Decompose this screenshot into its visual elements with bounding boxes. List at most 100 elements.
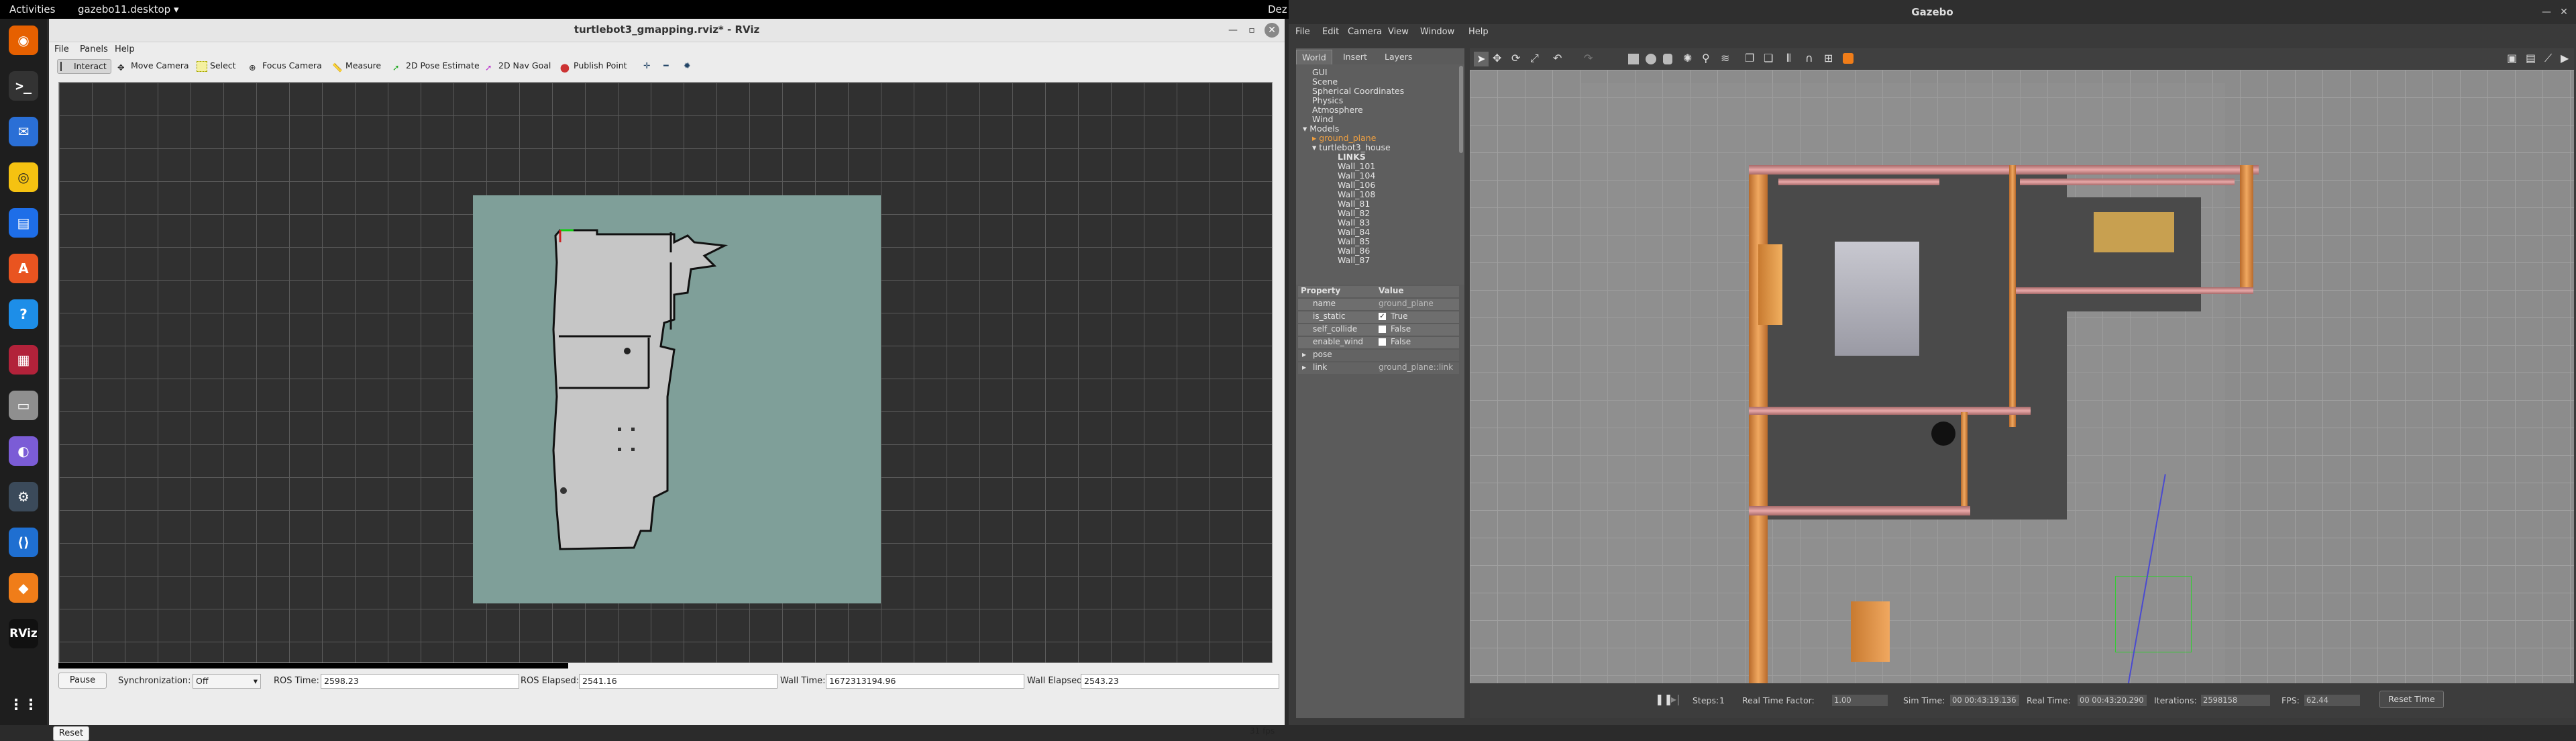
spot-light-icon[interactable]: ⚲ bbox=[1702, 52, 1710, 64]
tree-physics[interactable]: Physics bbox=[1312, 95, 1343, 105]
box-shape-icon[interactable] bbox=[1628, 54, 1639, 64]
monitor-icon[interactable]: ▦ bbox=[9, 345, 38, 375]
tree-wall[interactable]: Wall_106 bbox=[1338, 180, 1375, 190]
property-row-link[interactable]: ▸ link ground_plane::link bbox=[1298, 362, 1459, 374]
menu-window[interactable]: Window bbox=[1420, 27, 1454, 37]
menu-panels[interactable]: Panels bbox=[80, 44, 108, 54]
cylinder-shape-icon[interactable] bbox=[1663, 54, 1672, 64]
tree-atmosphere[interactable]: Atmosphere bbox=[1312, 105, 1363, 115]
files-icon[interactable]: ▭ bbox=[9, 391, 38, 420]
pause-button[interactable]: Pause bbox=[58, 673, 107, 689]
tree-scrollbar[interactable] bbox=[1459, 66, 1463, 153]
software-icon[interactable]: A bbox=[9, 254, 38, 283]
tree-wall[interactable]: Wall_83 bbox=[1338, 217, 1370, 228]
menu-file[interactable]: File bbox=[1295, 27, 1310, 37]
sync-select[interactable]: Off ▾ bbox=[193, 674, 261, 689]
writer-icon[interactable]: ▤ bbox=[9, 208, 38, 238]
tree-wall[interactable]: Wall_104 bbox=[1338, 170, 1375, 181]
tab-insert[interactable]: Insert bbox=[1338, 50, 1373, 64]
tab-world[interactable]: World bbox=[1296, 50, 1332, 65]
reset-time-button[interactable]: Reset Time bbox=[2379, 691, 2444, 708]
gazebo-icon[interactable]: ◆ bbox=[9, 573, 38, 603]
tree-wall[interactable]: Wall_86 bbox=[1338, 246, 1370, 256]
tree-wall[interactable]: Wall_108 bbox=[1338, 189, 1375, 199]
log-icon[interactable]: ▤ bbox=[2526, 52, 2536, 64]
redo-icon[interactable]: ↷ bbox=[1584, 52, 1593, 64]
close-icon[interactable]: ✕ bbox=[2557, 5, 2571, 19]
tree-scene[interactable]: Scene bbox=[1312, 77, 1338, 87]
translate-icon[interactable]: ✥ bbox=[1493, 52, 1501, 64]
tool-props-button[interactable]: ✹ bbox=[680, 59, 694, 72]
tree-wall[interactable]: Wall_87 bbox=[1338, 255, 1370, 265]
wall-elapsed-field[interactable]: 2543.23 bbox=[1081, 674, 1279, 689]
tree-wind[interactable]: Wind bbox=[1312, 114, 1333, 124]
cog-app-icon[interactable]: ⚙ bbox=[9, 482, 38, 511]
minimize-icon[interactable]: — bbox=[2539, 5, 2554, 19]
tool-2d-nav-goal[interactable]: ➚ 2D Nav Goal bbox=[482, 59, 555, 72]
copy-icon[interactable]: ❐ bbox=[1745, 52, 1754, 64]
rviz-3d-view[interactable] bbox=[58, 82, 1273, 663]
menu-camera[interactable]: Camera bbox=[1348, 27, 1382, 37]
tree-ground-plane[interactable]: ▸ ground_plane bbox=[1312, 133, 1376, 143]
undo-icon[interactable]: ↶ bbox=[1553, 52, 1562, 64]
scale-icon[interactable]: ⤢ bbox=[1530, 52, 1539, 65]
app-menu[interactable]: gazebo11.desktop ▾ bbox=[78, 3, 179, 15]
tree-turtlebot3-house[interactable]: ▾ turtlebot3_house bbox=[1312, 142, 1391, 152]
wall-time-field[interactable]: 1672313194.96 bbox=[826, 674, 1024, 689]
minimize-icon[interactable]: — bbox=[1226, 23, 1240, 38]
add-tool-button[interactable]: ✛ bbox=[639, 59, 654, 72]
tab-layers[interactable]: Layers bbox=[1379, 50, 1417, 64]
tree-wall[interactable]: Wall_82 bbox=[1338, 208, 1370, 218]
tree-wall[interactable]: Wall_85 bbox=[1338, 236, 1370, 246]
tool-measure[interactable]: 📏 Measure bbox=[329, 59, 385, 72]
tree-wall[interactable]: Wall_101 bbox=[1338, 161, 1375, 171]
is-static-checkbox[interactable]: ✓ bbox=[1379, 313, 1386, 320]
rhythmbox-icon[interactable]: ◎ bbox=[9, 162, 38, 192]
menu-edit[interactable]: Edit bbox=[1322, 27, 1339, 37]
reset-button[interactable]: Reset bbox=[53, 726, 89, 741]
enable-wind-checkbox[interactable] bbox=[1379, 338, 1386, 346]
ros-elapsed-field[interactable]: 2541.16 bbox=[579, 674, 777, 689]
tool-interact[interactable]: Interact bbox=[57, 59, 111, 74]
gazebo-3d-scene[interactable] bbox=[1470, 70, 2574, 683]
select-mode-icon[interactable]: ➤ bbox=[1474, 52, 1489, 66]
steps-value[interactable]: 1 bbox=[1719, 695, 1725, 705]
plot-icon[interactable]: ⟋ bbox=[2544, 52, 2552, 65]
vscode-icon[interactable]: ⟨⟩ bbox=[9, 528, 38, 557]
show-apps-icon[interactable]: ⋮⋮ bbox=[9, 690, 38, 720]
menu-view[interactable]: View bbox=[1388, 27, 1409, 37]
activities-button[interactable]: Activities bbox=[9, 3, 55, 15]
ros-time-field[interactable]: 2598.23 bbox=[321, 674, 519, 689]
menu-file[interactable]: File bbox=[54, 44, 69, 54]
rviz-icon[interactable]: RViz bbox=[9, 619, 38, 648]
eclipse-icon[interactable]: ◐ bbox=[9, 436, 38, 466]
maximize-icon[interactable]: ▫ bbox=[1244, 23, 1259, 38]
step-icon[interactable]: ▸| bbox=[1671, 693, 1680, 705]
tool-publish-point[interactable]: ⬤ Publish Point bbox=[557, 59, 631, 72]
property-row-pose[interactable]: ▸ pose bbox=[1298, 350, 1459, 361]
screenshot-icon[interactable]: ▣ bbox=[2507, 52, 2517, 64]
change-view-icon[interactable]: ⊞ bbox=[1824, 52, 1833, 64]
tree-wall[interactable]: Wall_84 bbox=[1338, 227, 1370, 237]
close-icon[interactable]: ✕ bbox=[1265, 23, 1279, 38]
point-light-icon[interactable]: ✺ bbox=[1683, 52, 1692, 64]
help-icon[interactable]: ? bbox=[9, 299, 38, 329]
menu-help[interactable]: Help bbox=[115, 44, 135, 54]
tool-focus-camera[interactable]: ⊕ Focus Camera bbox=[246, 59, 326, 72]
remove-tool-button[interactable]: ━ bbox=[659, 59, 673, 72]
tree-wall[interactable]: Wall_81 bbox=[1338, 199, 1370, 209]
paste-icon[interactable]: ❏ bbox=[1764, 52, 1773, 64]
firefox-icon[interactable]: ◉ bbox=[9, 26, 38, 55]
terminal-icon[interactable]: >_ bbox=[9, 71, 38, 101]
pause-icon[interactable]: ❚❚ bbox=[1655, 693, 1673, 705]
self-collide-checkbox[interactable] bbox=[1379, 326, 1386, 333]
tree-models[interactable]: ▾ Models bbox=[1303, 124, 1339, 134]
video-icon[interactable]: ▶ bbox=[2561, 52, 2569, 64]
tree-spherical[interactable]: Spherical Coordinates bbox=[1312, 86, 1404, 96]
tool-2d-pose-estimate[interactable]: ➚ 2D Pose Estimate bbox=[390, 59, 484, 72]
tree-gui[interactable]: GUI bbox=[1312, 67, 1328, 77]
tool-move-camera[interactable]: ✥ Move Camera bbox=[115, 59, 193, 72]
sphere-shape-icon[interactable] bbox=[1646, 54, 1656, 64]
snap-icon[interactable]: ∩ bbox=[1805, 52, 1813, 64]
align-icon[interactable]: ⫴ bbox=[1786, 52, 1791, 65]
